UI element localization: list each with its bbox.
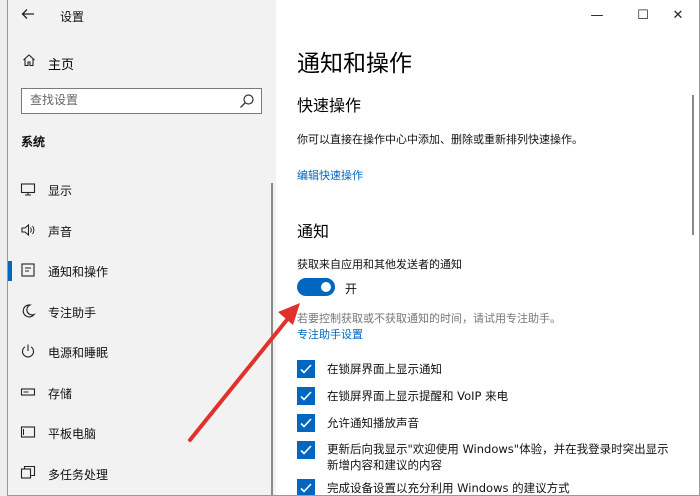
checkbox-label: 在锁屏界面上显示通知 (327, 362, 442, 376)
speaker-icon (20, 222, 36, 238)
app-title: 设置 (60, 10, 85, 24)
checkmark-icon (300, 418, 312, 428)
notifications-toggle[interactable] (297, 278, 335, 296)
power-icon (20, 343, 36, 359)
tablet-icon (20, 424, 36, 440)
toggle-state-label: 开 (345, 282, 358, 296)
sidebar-item-label: 显示 (48, 184, 73, 198)
sidebar-item-label: 多任务处理 (48, 467, 109, 482)
sidebar-item-label: 声音 (48, 224, 73, 239)
moon-icon (20, 303, 36, 319)
quick-actions-heading: 快速操作 (297, 96, 362, 115)
sidebar-scrollbar[interactable] (271, 183, 273, 495)
sidebar-item-storage[interactable]: 存储 (8, 373, 276, 414)
sidebar-item-notifications[interactable]: 通知和操作 (8, 251, 276, 292)
quick-actions-description: 你可以直接在操作中心中添加、删除或重新排列快速操作。 (297, 133, 583, 146)
sidebar-nav: 显示 声音 通知和操作 专注助手 电源和睡眠 存储 平板电脑 多任务处理 (8, 170, 276, 494)
title-bar: 设置 (8, 0, 276, 32)
edit-quick-actions-link[interactable]: 编辑快速操作 (297, 167, 363, 183)
sidebar-item-power[interactable]: 电源和睡眠 (8, 332, 276, 373)
arrow-left-icon (21, 6, 35, 25)
checkbox-label: 完成设备设置以充分利用 Windows 的建议方式 (327, 481, 570, 495)
sidebar: 设置 主页 系统 显示 (8, 0, 276, 495)
sidebar-item-tablet[interactable]: 平板电脑 (8, 413, 276, 454)
get-notifications-label: 获取来自应用和其他发送者的通知 (297, 258, 462, 271)
lock-screen-reminders-checkbox[interactable] (297, 387, 315, 405)
sidebar-item-label: 专注助手 (48, 305, 97, 320)
sidebar-item-display[interactable]: 显示 (8, 170, 276, 211)
section-label: 系统 (21, 135, 46, 149)
search-icon[interactable] (239, 93, 255, 109)
back-button[interactable] (18, 6, 38, 26)
toggle-knob (321, 282, 331, 292)
checkmark-icon (300, 391, 312, 401)
focus-assist-hint: 若要控制获取或不获取通知的时间，请试用专注助手。 (297, 312, 561, 325)
sidebar-item-focus-assist[interactable]: 专注助手 (8, 292, 276, 333)
sidebar-item-label: 存储 (48, 386, 73, 401)
notification-sounds-checkbox[interactable] (297, 414, 315, 432)
page-title: 通知和操作 (297, 51, 412, 77)
checkbox-label: 在锁屏界面上显示提醒和 VoIP 来电 (327, 389, 509, 403)
checkmark-icon (300, 445, 312, 455)
content-scrollbar[interactable] (692, 95, 694, 235)
multitask-icon (20, 465, 36, 481)
checkmark-icon (300, 364, 312, 374)
sidebar-item-label: 主页 (48, 58, 75, 73)
sidebar-item-sound[interactable]: 声音 (8, 211, 276, 252)
settings-window: 设置 主页 系统 显示 (7, 0, 700, 496)
main-content: 通知和操作 快速操作 你可以直接在操作中心中添加、删除或重新排列快速操作。 编辑… (297, 0, 687, 495)
checkbox-label-line2: 新增内容和建议的内容 (327, 458, 442, 472)
sidebar-item-label: 通知和操作 (48, 265, 109, 279)
setup-suggestions-checkbox[interactable] (297, 479, 315, 495)
search-box[interactable] (21, 88, 262, 114)
storage-icon (20, 384, 36, 400)
sidebar-item-multitasking[interactable]: 多任务处理 (8, 454, 276, 495)
checkbox-label-line1: 更新后向我显示"欢迎使用 Windows"体验，并在我登录时突出显示 (327, 442, 669, 456)
home-icon (22, 53, 36, 71)
notification-icon (20, 262, 36, 278)
focus-assist-settings-link[interactable]: 专注助手设置 (297, 326, 363, 342)
search-input[interactable] (30, 93, 230, 107)
lock-screen-notifications-checkbox[interactable] (297, 360, 315, 378)
sidebar-item-label: 平板电脑 (48, 427, 97, 441)
notifications-heading: 通知 (297, 222, 330, 241)
checkbox-label: 允许通知播放声音 (327, 416, 419, 430)
sidebar-item-home[interactable]: 主页 (8, 50, 276, 74)
sidebar-item-label: 电源和睡眠 (48, 346, 109, 360)
checkmark-icon (300, 483, 312, 493)
display-icon (20, 181, 36, 197)
welcome-experience-checkbox[interactable] (297, 441, 315, 459)
